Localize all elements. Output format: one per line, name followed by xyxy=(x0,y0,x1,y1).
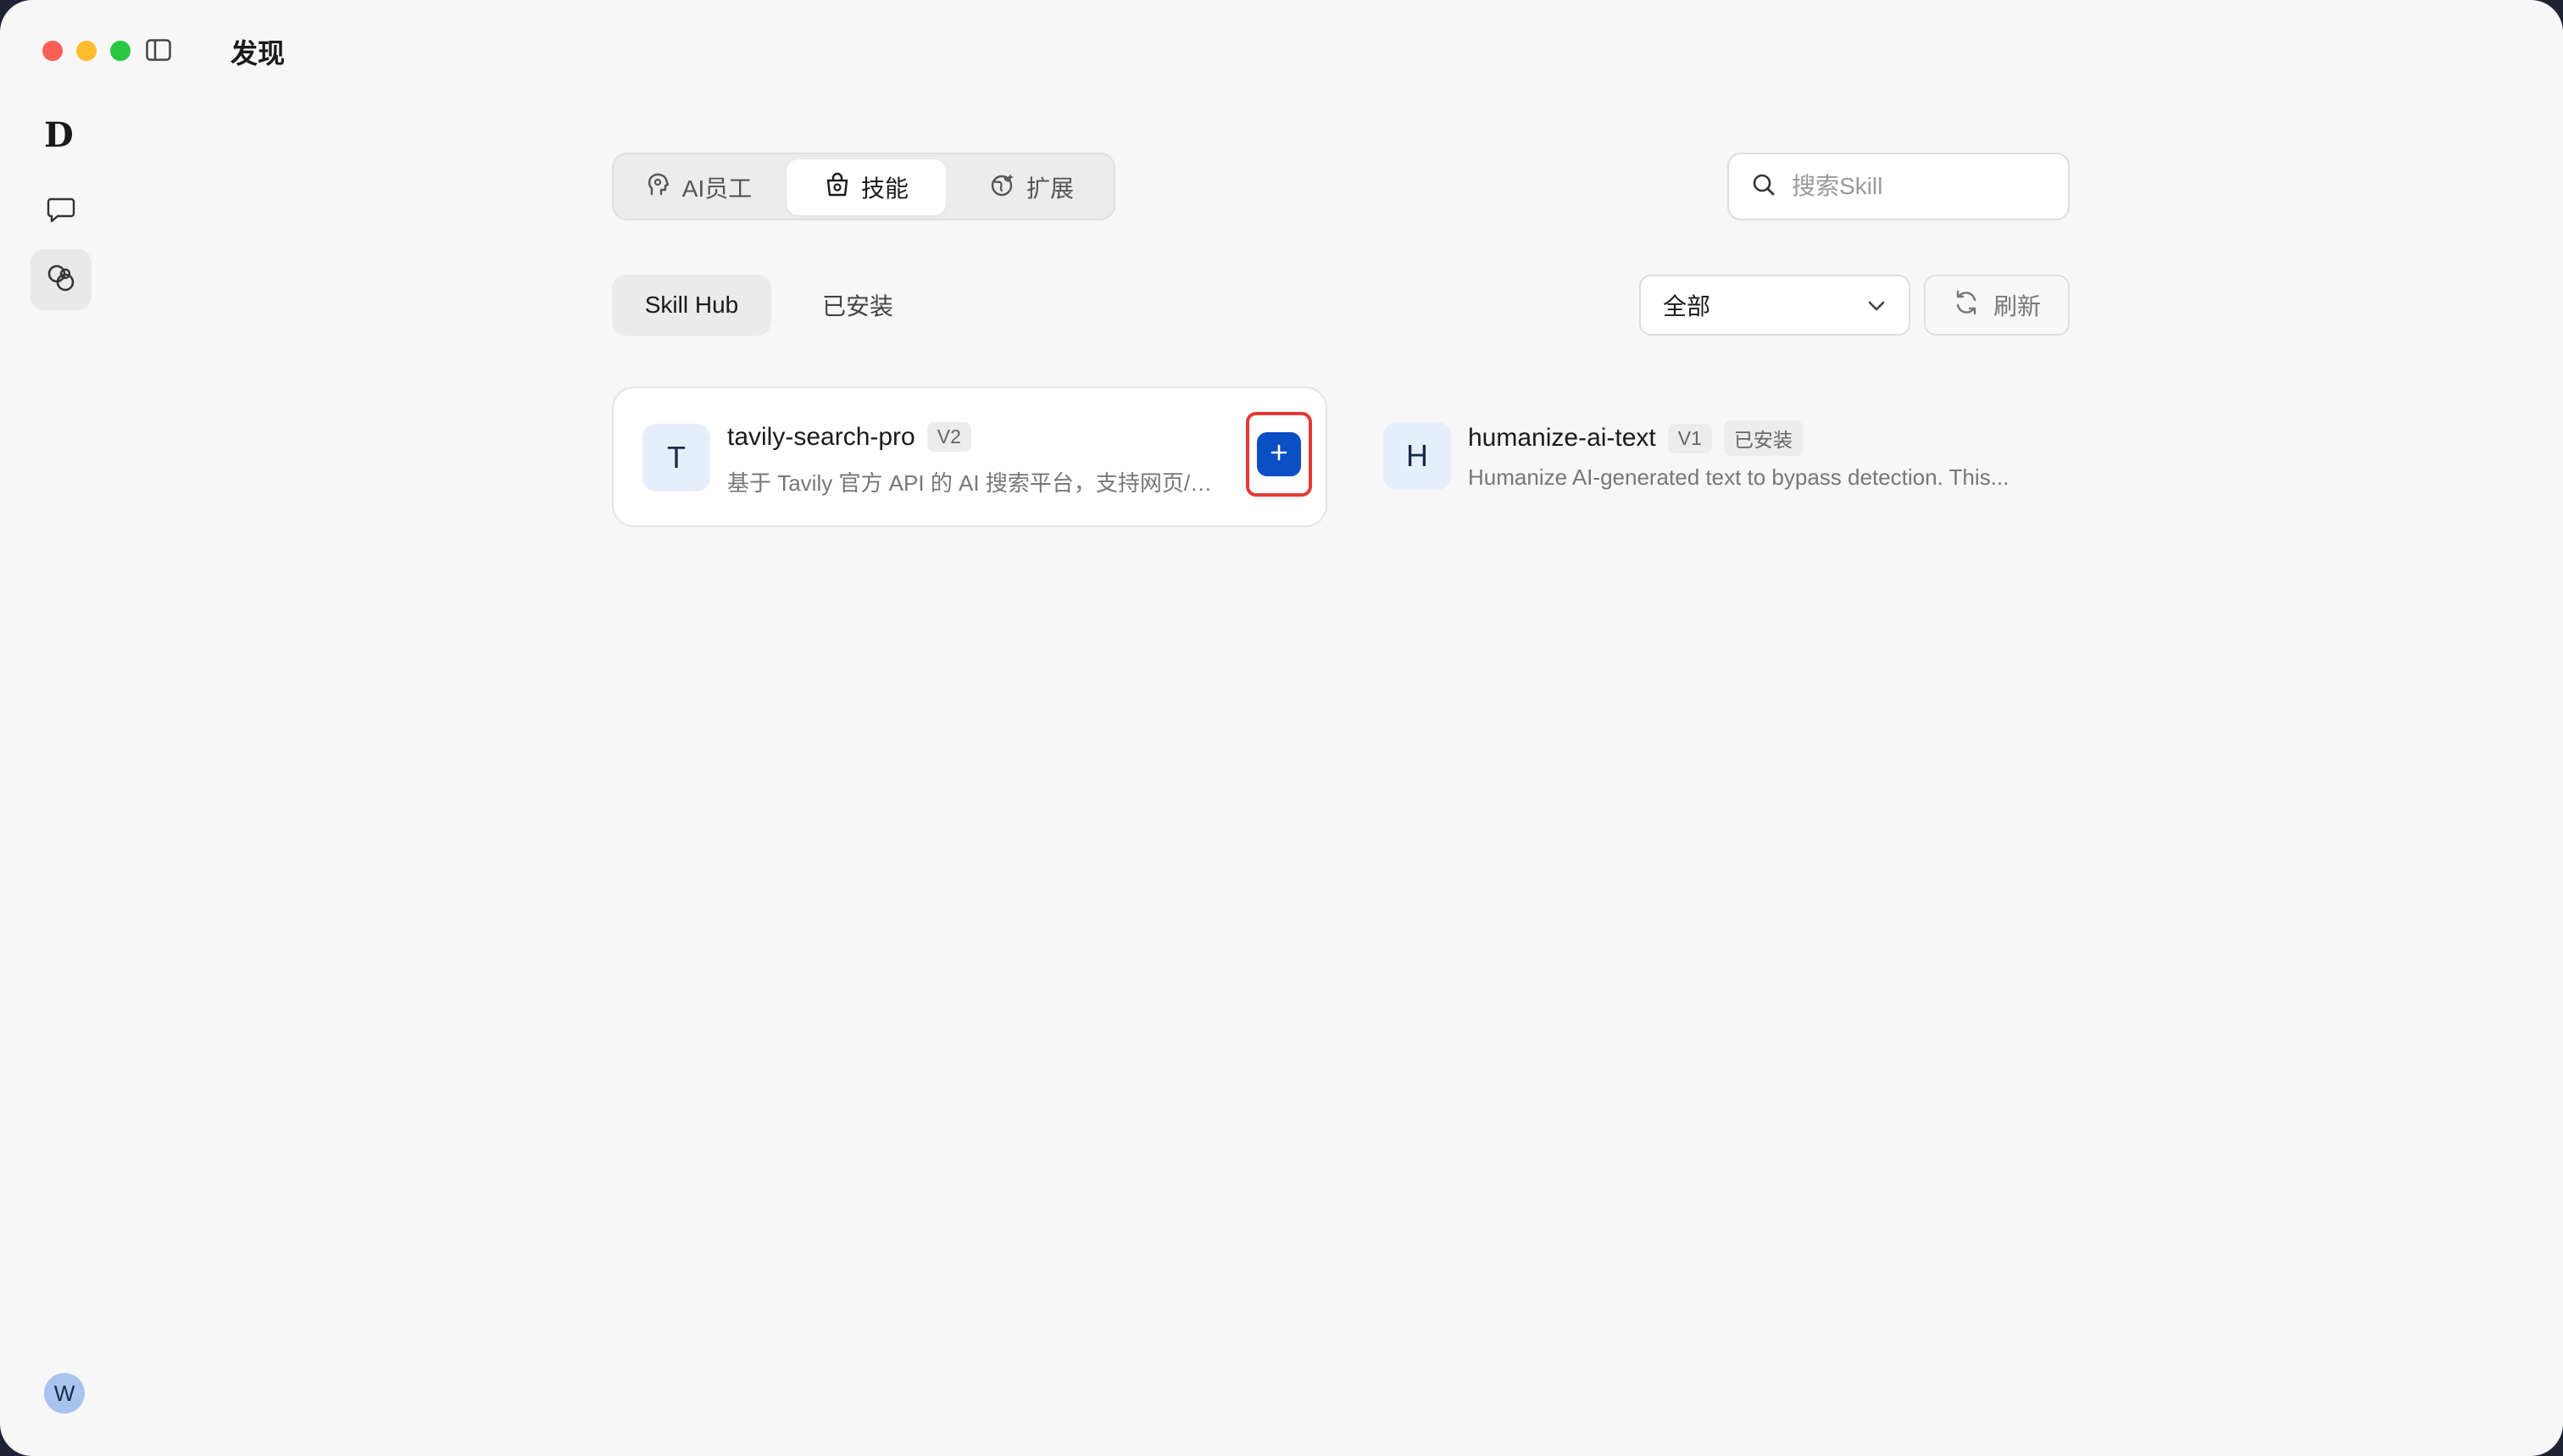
chat-bubble-icon xyxy=(47,197,75,228)
install-skill-button[interactable] xyxy=(1257,432,1301,476)
tab-label: 扩展 xyxy=(1026,175,1074,202)
skill-avatar: T xyxy=(642,424,710,492)
refresh-label: 刷新 xyxy=(1993,293,2041,320)
minimize-window-button[interactable] xyxy=(76,41,97,61)
ai-agent-icon xyxy=(645,171,672,204)
extension-globe-icon xyxy=(989,171,1016,204)
sidebar-item-discover[interactable] xyxy=(31,249,92,310)
maximize-window-button[interactable] xyxy=(110,41,131,61)
add-button-highlight xyxy=(1246,412,1312,497)
skill-name: humanize-ai-text xyxy=(1468,424,1656,452)
skill-avatar: H xyxy=(1383,422,1451,490)
refresh-icon xyxy=(1953,289,1980,322)
skill-description: Humanize AI-generated text to bypass det… xyxy=(1468,464,2010,490)
subtab-installed[interactable]: 已安装 xyxy=(800,275,915,336)
version-badge: V2 xyxy=(926,422,971,452)
skill-bag-icon xyxy=(824,171,851,204)
user-avatar[interactable]: W xyxy=(44,1373,85,1414)
sidebar-toggle-icon[interactable] xyxy=(146,39,171,61)
installed-status-badge: 已安装 xyxy=(1723,420,1803,456)
search-box xyxy=(1727,153,2070,220)
skill-description: 基于 Tavily 官方 API 的 AI 搜索平台，支持网页/新... xyxy=(727,470,1227,496)
skill-name: tavily-search-pro xyxy=(727,422,915,451)
search-icon xyxy=(1751,172,1776,202)
tab-ai-agents[interactable]: AI员工 xyxy=(620,159,776,215)
search-input[interactable] xyxy=(1790,172,2048,201)
main-tabs: AI员工 技能 扩展 xyxy=(612,153,1115,220)
discover-link-icon xyxy=(45,262,77,298)
plus-icon xyxy=(1268,442,1290,468)
app-logo: D xyxy=(44,115,74,155)
window-title: 发现 xyxy=(231,38,286,69)
skill-title-row: humanize-ai-text V1 已安装 xyxy=(1468,420,1803,456)
app-window: 发现 D W AI员工 技能 扩展 搜索Skill Skill Hub 已安装 … xyxy=(0,0,2563,1456)
category-filter-select[interactable]: 全部 xyxy=(1639,275,1910,336)
tab-skills[interactable]: 技能 xyxy=(787,159,946,215)
refresh-button[interactable]: 刷新 xyxy=(1924,275,2070,336)
tab-extensions[interactable]: 扩展 xyxy=(954,159,1109,215)
subtab-skill-hub[interactable]: Skill Hub xyxy=(612,275,771,336)
tab-label: 技能 xyxy=(860,175,909,202)
tab-label: AI员工 xyxy=(681,175,753,202)
version-badge: V1 xyxy=(1667,423,1712,453)
skill-card[interactable]: T tavily-search-pro V2 基于 Tavily 官方 API … xyxy=(612,386,1327,527)
skill-card[interactable]: H humanize-ai-text V1 已安装 Humanize AI-ge… xyxy=(1356,386,2070,527)
close-window-button[interactable] xyxy=(42,41,63,61)
sidebar-item-chat[interactable] xyxy=(31,181,92,242)
filter-selected-value: 全部 xyxy=(1663,293,1711,320)
chevron-down-icon xyxy=(1866,292,1887,319)
skill-title-row: tavily-search-pro V2 xyxy=(727,422,971,452)
